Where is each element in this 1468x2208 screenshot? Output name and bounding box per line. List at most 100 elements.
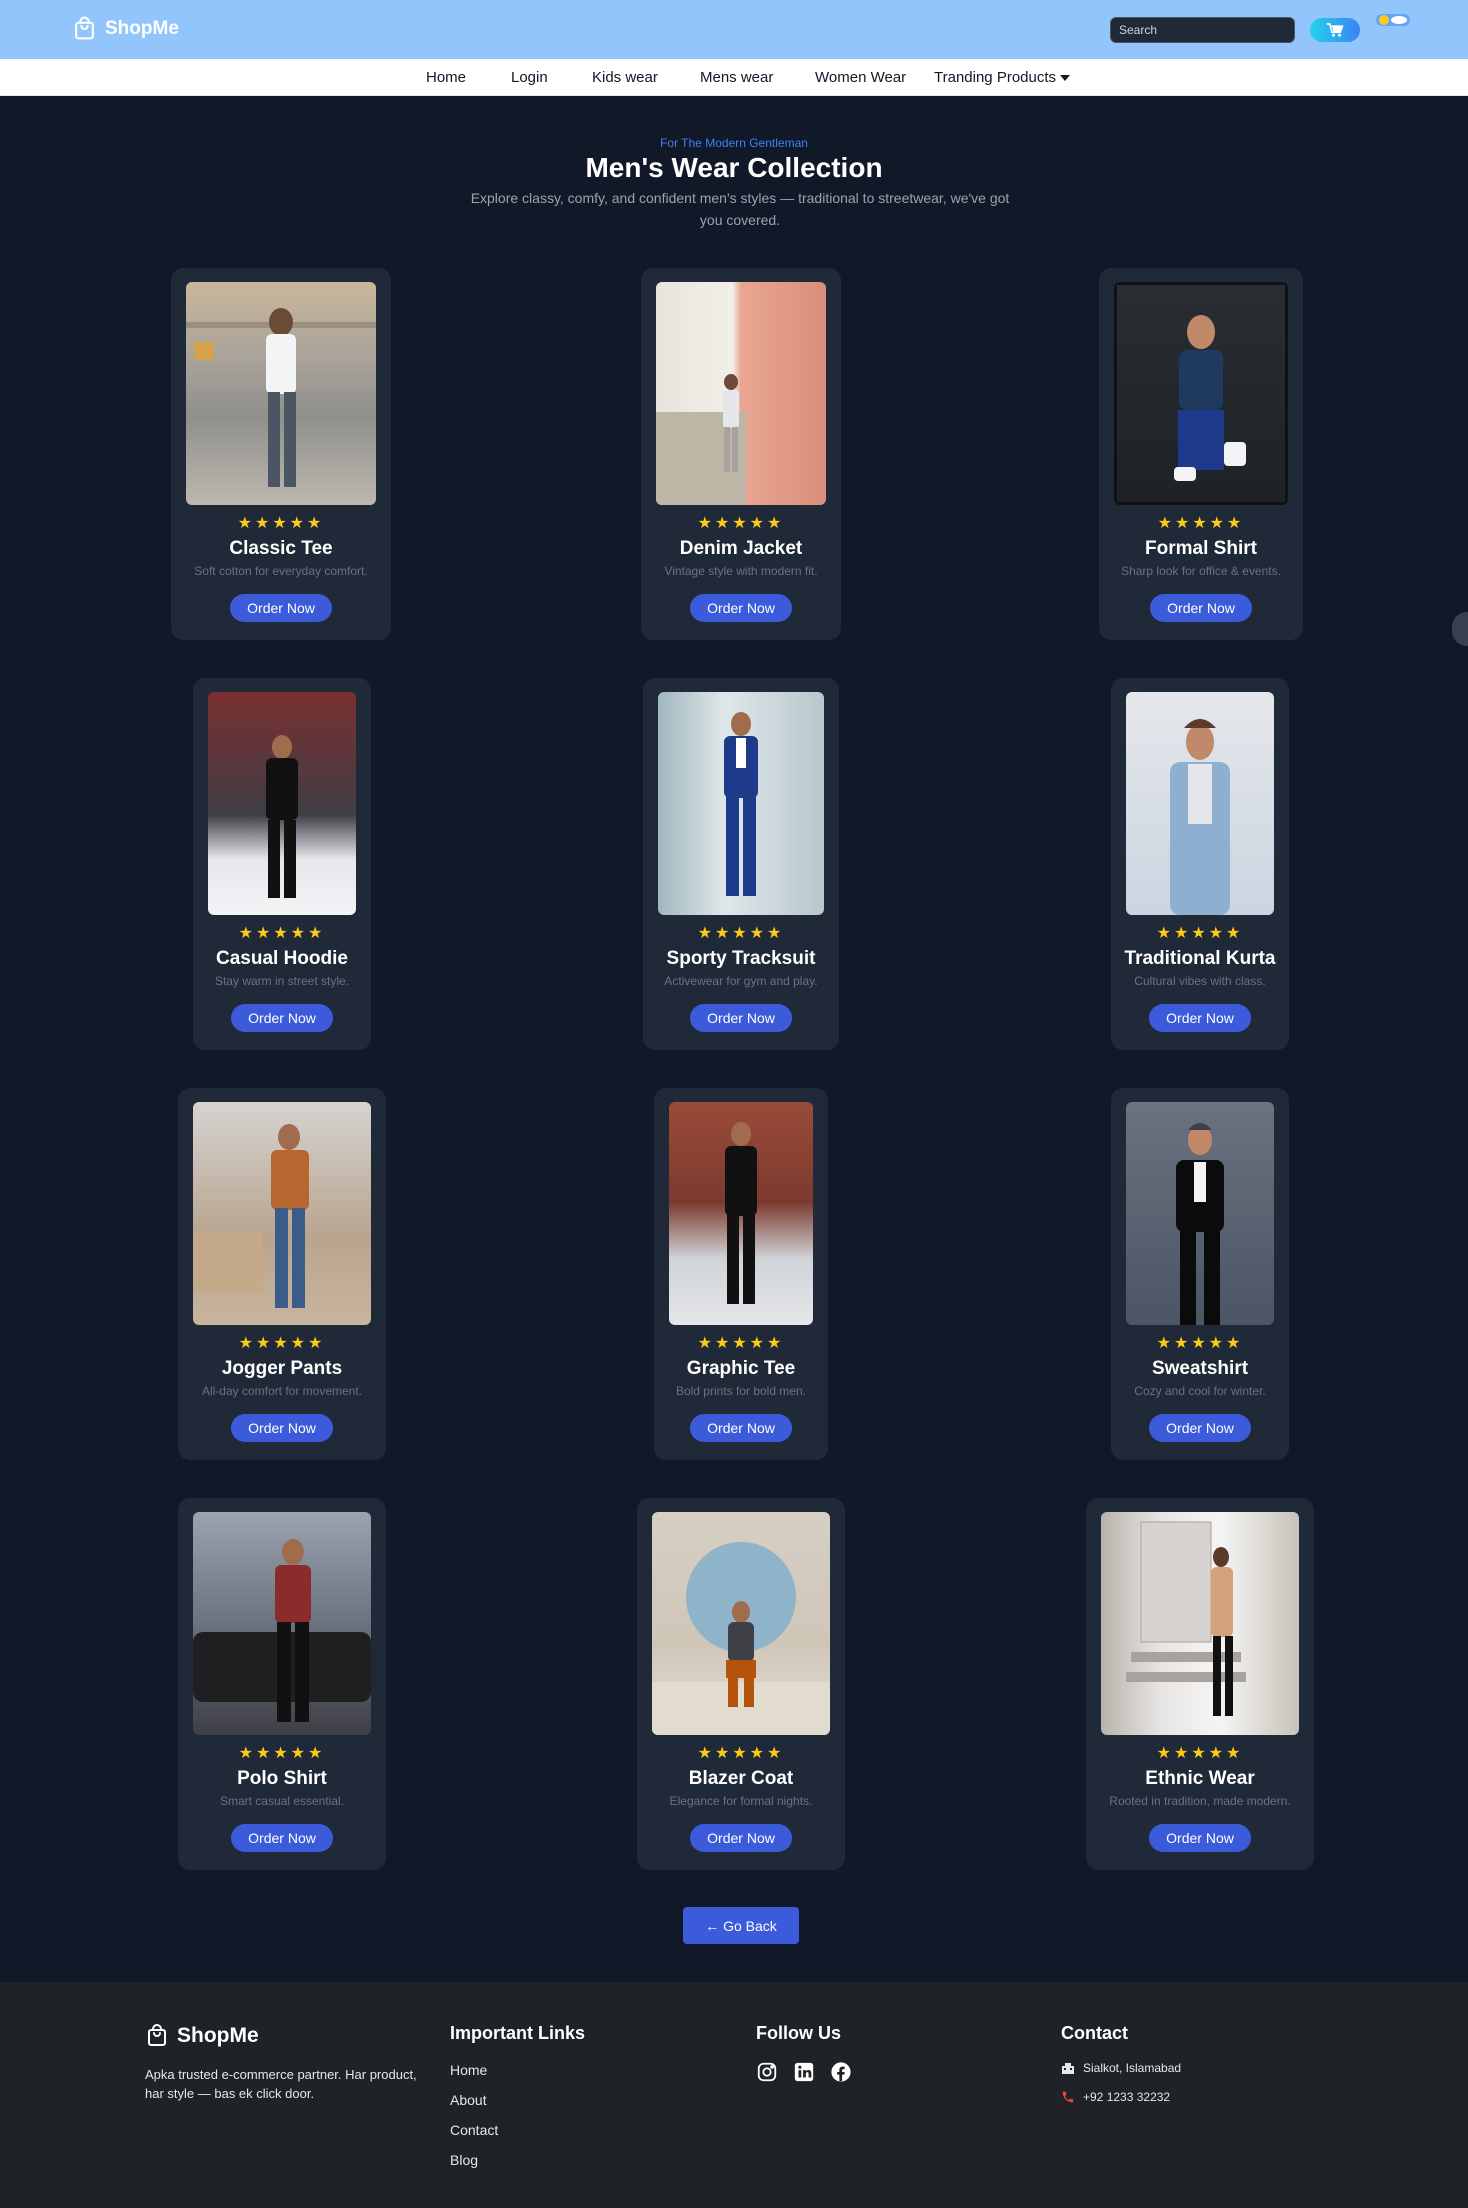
product-title: Traditional Kurta [1124,948,1276,969]
shopping-bag-icon [75,16,94,40]
product-card: ★★★★★ Denim Jacket Vintage style with mo… [641,268,841,640]
phone-text: +92 1233 32232 [1083,2090,1171,2104]
star-rating: ★★★★★ [238,1335,326,1352]
star-rating: ★★★★★ [697,515,785,532]
footer-link-blog[interactable]: Blog [450,2152,478,2168]
product-title: Polo Shirt [237,1768,327,1789]
order-now-button[interactable]: Order Now [1149,1414,1251,1442]
order-now-button[interactable]: Order Now [690,1414,792,1442]
go-back-button[interactable]: ← Go Back [683,1907,799,1944]
nav-kids-wear[interactable]: Kids wear [592,69,658,86]
product-desc: All-day comfort for movement. [201,1384,363,1398]
product-card: ★★★★★ Traditional Kurta Cultural vibes w… [1111,678,1289,1050]
product-card: ★★★★★ Ethnic Wear Rooted in tradition, m… [1086,1498,1314,1870]
hero-eyebrow: For The Modern Gentleman [660,136,808,150]
product-image[interactable] [1101,1512,1299,1735]
product-desc: Elegance for formal nights. [669,1794,813,1808]
star-rating: ★★★★★ [1156,1745,1244,1762]
site-footer: ShopMe Apka trusted e-commerce partner. … [0,1982,1468,2208]
hero-subtitle: Explore classy, comfy, and confident men… [470,190,1010,228]
product-title: Blazer Coat [688,1768,794,1789]
brand-logo[interactable]: ShopMe [72,16,179,42]
product-image[interactable] [186,282,376,505]
order-now-button[interactable]: Order Now [1150,594,1252,622]
product-card: ★★★★★ Casual Hoodie Stay warm in street … [193,678,371,1050]
product-title: Formal Shirt [1145,538,1257,559]
nav-login[interactable]: Login [511,69,548,86]
follow-heading: Follow Us [756,2023,841,2043]
product-desc: Cultural vibes with class. [1134,974,1266,988]
product-image[interactable] [656,282,826,505]
product-image[interactable] [193,1512,371,1735]
order-now-button[interactable]: Order Now [231,1004,333,1032]
order-now-button[interactable]: Order Now [690,594,792,622]
contact-phone: +92 1233 32232 [1061,2090,1170,2104]
order-now-button[interactable]: Order Now [230,594,332,622]
star-rating: ★★★★★ [1156,1335,1244,1352]
nav-mens-wear[interactable]: Mens wear [700,69,773,86]
product-image[interactable] [208,692,356,915]
order-now-button[interactable]: Order Now [231,1824,333,1852]
product-desc: Stay warm in street style. [214,974,350,988]
product-title: Classic Tee [229,538,333,559]
product-title: Ethnic Wear [1145,1768,1255,1789]
cart-icon [1326,23,1344,37]
cart-button[interactable] [1310,18,1360,42]
links-heading: Important Links [450,2023,586,2043]
product-image[interactable] [669,1102,813,1325]
product-image[interactable] [652,1512,830,1735]
product-image[interactable] [193,1102,371,1325]
product-image[interactable] [1126,1102,1274,1325]
product-title: Casual Hoodie [216,948,348,969]
star-rating: ★★★★★ [237,515,325,532]
side-panel-toggle[interactable] [1452,612,1468,646]
product-desc: Smart casual essential. [219,1794,345,1808]
footer-brand[interactable]: ShopMe [145,2023,259,2049]
product-desc: Bold prints for bold men. [675,1384,807,1398]
product-desc: Cozy and cool for winter. [1134,1384,1266,1398]
theme-toggle-icon[interactable] [1375,12,1411,28]
star-rating: ★★★★★ [238,925,326,942]
product-card: ★★★★★ Sporty Tracksuit Activewear for gy… [643,678,839,1050]
product-title: Graphic Tee [686,1358,796,1379]
search-input[interactable] [1110,17,1295,43]
product-title: Jogger Pants [221,1358,343,1379]
star-rating: ★★★★★ [1156,925,1244,942]
nav-trending-products[interactable]: Tranding Products [934,69,1071,86]
order-now-button[interactable]: Order Now [690,1824,792,1852]
shopping-bag-icon [148,2024,166,2046]
product-desc: Rooted in tradition, made modern. [1109,1794,1291,1808]
product-card: ★★★★★ Formal Shirt Sharp look for office… [1099,268,1303,640]
caret-down-icon [1060,75,1071,82]
order-now-button[interactable]: Order Now [1149,1004,1251,1032]
product-image[interactable] [1126,692,1274,915]
order-now-button[interactable]: Order Now [231,1414,333,1442]
product-card: ★★★★★ Sweatshirt Cozy and cool for winte… [1111,1088,1289,1460]
product-card: ★★★★★ Blazer Coat Elegance for formal ni… [637,1498,845,1870]
product-image[interactable] [1114,282,1288,505]
product-image[interactable] [658,692,824,915]
top-header: ShopMe [0,0,1468,59]
order-now-button[interactable]: Order Now [1149,1824,1251,1852]
nav-women-wear[interactable]: Women Wear [815,69,906,86]
facebook-icon[interactable] [830,2061,852,2083]
main-nav: Home Login Kids wear Mens wear Women Wea… [0,59,1468,96]
linkedin-icon[interactable] [793,2061,815,2083]
footer-tagline: Apka trusted e-commerce partner. Har pro… [145,2067,417,2101]
contact-heading: Contact [1061,2023,1128,2043]
footer-link-about[interactable]: About [450,2092,487,2108]
product-card: ★★★★★ Polo Shirt Smart casual essential.… [178,1498,386,1870]
product-desc: Activewear for gym and play. [664,974,818,988]
footer-link-home[interactable]: Home [450,2062,487,2078]
product-card: ★★★★★ Graphic Tee Bold prints for bold m… [654,1088,828,1460]
instagram-icon[interactable] [756,2061,778,2083]
phone-icon [1062,2091,1074,2103]
footer-link-contact[interactable]: Contact [450,2122,498,2138]
order-now-button[interactable]: Order Now [690,1004,792,1032]
building-icon [1062,2063,1074,2074]
product-card: ★★★★★ Classic Tee Soft cotton for everyd… [171,268,391,640]
star-rating: ★★★★★ [697,1335,785,1352]
nav-home[interactable]: Home [426,69,466,86]
nav-trending-label: Tranding Products [934,69,1057,86]
contact-address: Sialkot, Islamabad [1061,2061,1181,2075]
